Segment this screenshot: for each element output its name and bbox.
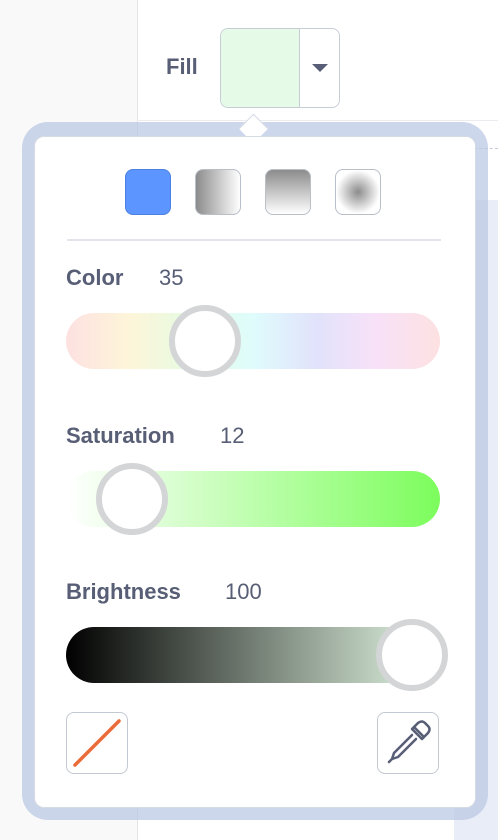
brightness-slider-value: 100 [225, 579, 262, 604]
no-fill-button[interactable] [66, 712, 128, 774]
fill-label: Fill [166, 54, 198, 79]
eyedropper-icon [387, 720, 431, 764]
saturation-slider-track[interactable] [66, 463, 440, 535]
fill-dropdown-button[interactable] [300, 29, 339, 107]
eyedropper-button[interactable] [377, 712, 439, 774]
saturation-slider-label: Saturation [66, 423, 175, 448]
popover-divider [67, 239, 441, 241]
color-slider-track[interactable] [66, 305, 440, 377]
no-fill-icon [73, 719, 121, 767]
brightness-slider-label: Brightness [66, 579, 181, 604]
color-picker-popover: Color 35 Saturation 12 Brightness 100 [34, 136, 476, 808]
horizontal-gradient-button[interactable] [195, 169, 241, 215]
solid-fill-button[interactable] [125, 169, 171, 215]
brightness-slider-knob[interactable] [376, 619, 448, 691]
chevron-down-icon [311, 64, 328, 72]
color-slider-label: Color [66, 265, 124, 290]
radial-gradient-button[interactable] [335, 169, 381, 215]
toolbar-divider [137, 120, 498, 121]
color-slider-value: 35 [159, 265, 184, 290]
color-slider-knob[interactable] [169, 305, 242, 377]
fill-color-swatch[interactable] [221, 29, 300, 107]
saturation-slider-knob[interactable] [96, 463, 169, 535]
brightness-slider-track[interactable] [66, 619, 448, 691]
saturation-slider-value: 12 [220, 423, 245, 448]
vertical-gradient-button[interactable] [265, 169, 311, 215]
fill-color-picker[interactable] [220, 28, 340, 108]
